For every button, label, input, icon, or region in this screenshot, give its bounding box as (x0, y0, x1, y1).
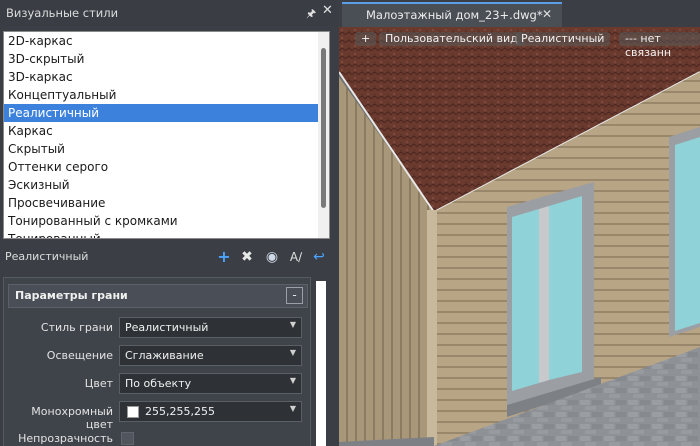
property-opacity: Непрозрачность (4, 428, 310, 446)
property-lighting: Освещение Сглаживание ▼ (4, 345, 310, 367)
ucs-control[interactable]: --- нет связанн (619, 32, 700, 59)
visual-style-control[interactable]: Реалистичный (515, 32, 611, 46)
color-swatch (127, 406, 139, 418)
apply-to-viewport-icon[interactable]: ◉ (263, 248, 281, 266)
opacity-checkbox[interactable] (121, 432, 134, 445)
palette-title-bar: Визуальные стили 🖈 ✕ (0, 0, 337, 26)
list-item[interactable]: Эскизный (4, 176, 329, 194)
properties-panel: Параметры грани - Стиль грани Реалистичн… (3, 277, 311, 446)
window-pane-right-edge (675, 137, 700, 331)
list-item-selected[interactable]: Реалистичный (4, 104, 329, 122)
chevron-down-icon: ▼ (289, 376, 296, 385)
section-title: Параметры грани (15, 289, 128, 302)
close-icon[interactable]: ✕ (322, 3, 333, 18)
document-tab[interactable]: Малоэтажный дом_23+.dwg* ✕ (342, 2, 562, 27)
current-style-bar: Реалистичный + ✖ ◉ A∕ ↩ (0, 245, 337, 269)
properties-scrollbar[interactable] (314, 277, 332, 446)
document-tab-bar: Малоэтажный дом_23+.dwg* ✕ (339, 0, 700, 27)
document-tab-title: Малоэтажный дом_23+.dwg* (366, 8, 543, 22)
list-item[interactable]: Концептуальный (4, 86, 329, 104)
monochrome-color-dropdown[interactable]: 255,255,255 ▼ (119, 401, 302, 422)
property-label: Цвет (84, 377, 113, 390)
dropdown-value: Реалистичный (125, 321, 209, 334)
list-item[interactable]: 2D-каркас (4, 32, 329, 50)
list-item[interactable]: Оттенки серого (4, 158, 329, 176)
list-item[interactable]: Просвечивание (4, 194, 329, 212)
property-label: Непрозрачность (18, 432, 113, 445)
chevron-down-icon: ▼ (289, 404, 296, 413)
pin-icon[interactable]: 🖈 (306, 5, 316, 24)
list-item[interactable]: Скрытый (4, 140, 329, 158)
dropdown-value: 255,255,255 (145, 405, 215, 418)
properties-scrollbar-thumb[interactable] (316, 281, 326, 446)
viewport-menu[interactable]: + (355, 32, 377, 46)
property-label: Освещение (46, 349, 113, 362)
property-label: Стиль грани (40, 321, 113, 334)
delete-icon[interactable]: ✖ (240, 248, 254, 266)
list-item[interactable]: 3D-скрытый (4, 50, 329, 68)
palette-title: Визуальные стили (6, 6, 119, 20)
chevron-down-icon: ▼ (289, 320, 296, 329)
window-pane-right (549, 196, 582, 380)
collapse-button[interactable]: - (286, 287, 303, 304)
edit-text-icon[interactable]: A∕ (287, 248, 305, 266)
list-scrollbar-thumb[interactable] (321, 48, 326, 208)
list-scrollbar[interactable] (318, 32, 329, 238)
section-header[interactable]: Параметры грани - (8, 284, 308, 308)
list-item[interactable]: Тонированный (4, 230, 329, 238)
undo-icon[interactable]: ↩ (311, 248, 327, 266)
visual-styles-list[interactable]: 2D-каркас 3D-скрытый 3D-каркас Концептуа… (3, 31, 330, 239)
list-item[interactable]: 3D-каркас (4, 68, 329, 86)
view-control[interactable]: Пользовательский вид (379, 32, 524, 46)
property-color: Цвет По объекту ▼ (4, 373, 310, 395)
list-item[interactable]: Тонированный с кромками (4, 212, 329, 230)
list-item[interactable]: Каркас (4, 122, 329, 140)
visual-styles-palette: Визуальные стили 🖈 ✕ 2D-каркас 3D-скрыты… (0, 0, 337, 446)
face-style-dropdown[interactable]: Реалистичный ▼ (119, 317, 302, 338)
property-monochrome-color: Монохромный цвет 255,255,255 ▼ (4, 401, 310, 431)
drawing-viewport[interactable]: Малоэтажный дом_23+.dwg* ✕ + Пользовател… (339, 0, 700, 446)
color-dropdown[interactable]: По объекту ▼ (119, 373, 302, 394)
lighting-dropdown[interactable]: Сглаживание ▼ (119, 345, 302, 366)
house-3d-view[interactable] (339, 27, 700, 446)
corner-trim (427, 210, 437, 446)
close-icon[interactable]: ✕ (542, 7, 552, 21)
window-mullion (539, 206, 549, 383)
window-pane-left (512, 209, 539, 391)
dropdown-value: По объекту (125, 377, 192, 390)
chevron-down-icon: ▼ (289, 348, 296, 357)
current-style-name: Реалистичный (5, 250, 89, 263)
property-face-style: Стиль грани Реалистичный ▼ (4, 317, 310, 339)
plus-icon[interactable]: + (217, 248, 231, 266)
dropdown-value: Сглаживание (125, 349, 204, 362)
